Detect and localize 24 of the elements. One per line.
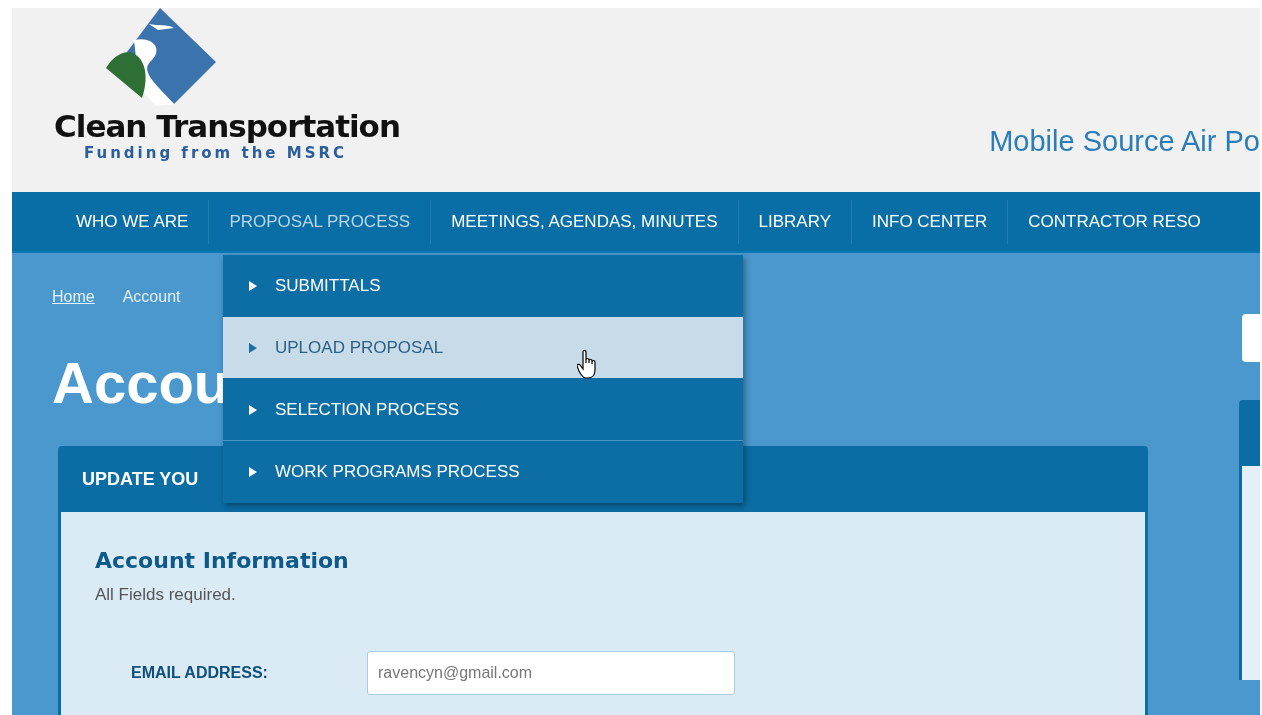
panel-title: UPDATE YOU [82, 468, 199, 490]
search-field[interactable] [1242, 314, 1260, 362]
nav-item[interactable]: MEETINGS, AGENDAS, MINUTES [431, 199, 739, 244]
email-field[interactable]: ravencyn@gmail.com [367, 651, 735, 695]
section-title: Account Information [95, 548, 350, 573]
field-label: EMAIL ADDRESS: [130, 664, 269, 682]
logo-subtitle: Funding from the MSRC [84, 144, 347, 162]
triangle-bullet-icon [249, 404, 257, 415]
nav-item[interactable]: CONTRACTOR RESO [1008, 199, 1221, 244]
dropdown-item[interactable]: UPLOAD PROPOSAL [223, 317, 743, 379]
breadcrumb-current: Account [122, 288, 181, 306]
hand-cursor-icon [577, 350, 599, 380]
nav-item[interactable]: PROPOSAL PROCESS [209, 199, 432, 244]
triangle-bullet-icon [249, 280, 257, 291]
site-tagline: Mobile Source Air Po [989, 125, 1260, 158]
nav-item[interactable]: WHO WE ARE [56, 199, 210, 244]
logo-title: Clean Transportation [54, 108, 400, 144]
dropdown-item[interactable]: WORK PROGRAMS PROCESS [223, 441, 743, 503]
triangle-bullet-icon [249, 466, 257, 477]
triangle-bullet-icon [249, 342, 257, 353]
nav-item[interactable]: LIBRARY [738, 199, 852, 244]
nav-item[interactable]: INFO CENTER [852, 199, 1009, 244]
dropdown-item[interactable]: SELECTION PROCESS [223, 379, 743, 441]
form-note: All Fields required. [95, 585, 237, 605]
